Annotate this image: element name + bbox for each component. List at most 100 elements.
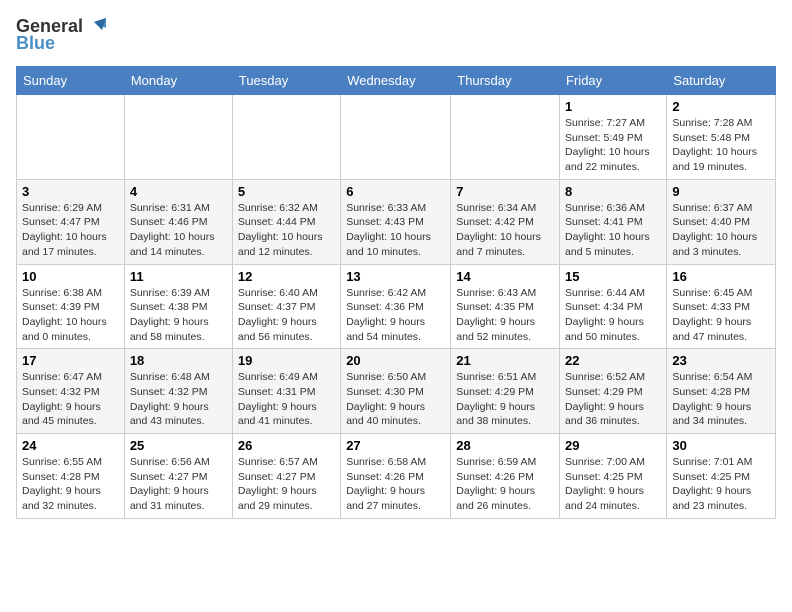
calendar-cell: 9 Sunrise: 6:37 AM Sunset: 4:40 PM Daylig…: [667, 179, 776, 264]
day-info: Sunrise: 6:54 AM Sunset: 4:28 PM Dayligh…: [672, 370, 770, 429]
calendar-cell: 15 Sunrise: 6:44 AM Sunset: 4:34 PM Dayli…: [560, 264, 667, 349]
header-wednesday: Wednesday: [341, 67, 451, 95]
day-number: 23: [672, 353, 770, 368]
day-info: Sunrise: 6:43 AM Sunset: 4:35 PM Dayligh…: [456, 286, 554, 345]
week-row-4: 24 Sunrise: 6:55 AM Sunset: 4:28 PM Dayli…: [17, 434, 776, 519]
day-info: Sunrise: 6:59 AM Sunset: 4:26 PM Dayligh…: [456, 455, 554, 514]
calendar-cell: [17, 95, 125, 180]
calendar-cell: 2 Sunrise: 7:28 AM Sunset: 5:48 PM Daylig…: [667, 95, 776, 180]
calendar-cell: 6 Sunrise: 6:33 AM Sunset: 4:43 PM Daylig…: [341, 179, 451, 264]
week-row-1: 3 Sunrise: 6:29 AM Sunset: 4:47 PM Daylig…: [17, 179, 776, 264]
day-info: Sunrise: 6:29 AM Sunset: 4:47 PM Dayligh…: [22, 201, 119, 260]
calendar-cell: 24 Sunrise: 6:55 AM Sunset: 4:28 PM Dayli…: [17, 434, 125, 519]
day-number: 6: [346, 184, 445, 199]
day-number: 5: [238, 184, 335, 199]
day-number: 14: [456, 269, 554, 284]
header-sunday: Sunday: [17, 67, 125, 95]
day-info: Sunrise: 6:33 AM Sunset: 4:43 PM Dayligh…: [346, 201, 445, 260]
calendar-cell: 18 Sunrise: 6:48 AM Sunset: 4:32 PM Dayli…: [124, 349, 232, 434]
week-row-2: 10Sunrise: 6:38 AM Sunset: 4:39 PM Dayli…: [17, 264, 776, 349]
day-number: 27: [346, 438, 445, 453]
logo-blue: Blue: [16, 33, 55, 54]
day-info: Sunrise: 7:27 AM Sunset: 5:49 PM Dayligh…: [565, 116, 661, 175]
day-number: 2: [672, 99, 770, 114]
day-info: Sunrise: 6:32 AM Sunset: 4:44 PM Dayligh…: [238, 201, 335, 260]
day-number: 16: [672, 269, 770, 284]
day-info: Sunrise: 6:44 AM Sunset: 4:34 PM Dayligh…: [565, 286, 661, 345]
calendar-cell: 1Sunrise: 7:27 AM Sunset: 5:49 PM Daylig…: [560, 95, 667, 180]
day-number: 22: [565, 353, 661, 368]
calendar-cell: 12 Sunrise: 6:40 AM Sunset: 4:37 PM Dayli…: [232, 264, 340, 349]
day-number: 13: [346, 269, 445, 284]
calendar-cell: 17 Sunrise: 6:47 AM Sunset: 4:32 PM Dayli…: [17, 349, 125, 434]
day-number: 26: [238, 438, 335, 453]
logo-container: General Blue: [16, 16, 106, 54]
header-friday: Friday: [560, 67, 667, 95]
day-info: Sunrise: 6:40 AM Sunset: 4:37 PM Dayligh…: [238, 286, 335, 345]
day-info: Sunrise: 6:38 AM Sunset: 4:39 PM Dayligh…: [22, 286, 119, 345]
day-info: Sunrise: 6:39 AM Sunset: 4:38 PM Dayligh…: [130, 286, 227, 345]
day-number: 8: [565, 184, 661, 199]
day-number: 19: [238, 353, 335, 368]
day-number: 24: [22, 438, 119, 453]
week-row-0: 1Sunrise: 7:27 AM Sunset: 5:49 PM Daylig…: [17, 95, 776, 180]
calendar-cell: [124, 95, 232, 180]
day-info: Sunrise: 6:49 AM Sunset: 4:31 PM Dayligh…: [238, 370, 335, 429]
calendar-cell: 20Sunrise: 6:50 AM Sunset: 4:30 PM Dayli…: [341, 349, 451, 434]
day-number: 4: [130, 184, 227, 199]
day-info: Sunrise: 6:56 AM Sunset: 4:27 PM Dayligh…: [130, 455, 227, 514]
day-info: Sunrise: 6:47 AM Sunset: 4:32 PM Dayligh…: [22, 370, 119, 429]
day-info: Sunrise: 6:36 AM Sunset: 4:41 PM Dayligh…: [565, 201, 661, 260]
calendar-cell: 26 Sunrise: 6:57 AM Sunset: 4:27 PM Dayli…: [232, 434, 340, 519]
day-number: 7: [456, 184, 554, 199]
day-number: 17: [22, 353, 119, 368]
day-number: 15: [565, 269, 661, 284]
calendar-cell: 25 Sunrise: 6:56 AM Sunset: 4:27 PM Dayli…: [124, 434, 232, 519]
calendar-cell: 29 Sunrise: 7:00 AM Sunset: 4:25 PM Dayli…: [560, 434, 667, 519]
day-info: Sunrise: 7:28 AM Sunset: 5:48 PM Dayligh…: [672, 116, 770, 175]
day-number: 18: [130, 353, 227, 368]
day-number: 20: [346, 353, 445, 368]
calendar-cell: 3 Sunrise: 6:29 AM Sunset: 4:47 PM Daylig…: [17, 179, 125, 264]
header-thursday: Thursday: [451, 67, 560, 95]
day-info: Sunrise: 6:57 AM Sunset: 4:27 PM Dayligh…: [238, 455, 335, 514]
day-info: Sunrise: 6:45 AM Sunset: 4:33 PM Dayligh…: [672, 286, 770, 345]
day-number: 11: [130, 269, 227, 284]
calendar-cell: 22 Sunrise: 6:52 AM Sunset: 4:29 PM Dayli…: [560, 349, 667, 434]
header-tuesday: Tuesday: [232, 67, 340, 95]
calendar-cell: [232, 95, 340, 180]
day-info: Sunrise: 7:00 AM Sunset: 4:25 PM Dayligh…: [565, 455, 661, 514]
day-number: 9: [672, 184, 770, 199]
calendar-cell: 7 Sunrise: 6:34 AM Sunset: 4:42 PM Daylig…: [451, 179, 560, 264]
header-row: SundayMondayTuesdayWednesdayThursdayFrid…: [17, 67, 776, 95]
calendar-cell: 4 Sunrise: 6:31 AM Sunset: 4:46 PM Daylig…: [124, 179, 232, 264]
calendar-cell: 5 Sunrise: 6:32 AM Sunset: 4:44 PM Daylig…: [232, 179, 340, 264]
day-info: Sunrise: 7:01 AM Sunset: 4:25 PM Dayligh…: [672, 455, 770, 514]
calendar-cell: 10Sunrise: 6:38 AM Sunset: 4:39 PM Dayli…: [17, 264, 125, 349]
day-info: Sunrise: 6:37 AM Sunset: 4:40 PM Dayligh…: [672, 201, 770, 260]
calendar-cell: 16 Sunrise: 6:45 AM Sunset: 4:33 PM Dayli…: [667, 264, 776, 349]
day-info: Sunrise: 6:51 AM Sunset: 4:29 PM Dayligh…: [456, 370, 554, 429]
day-number: 3: [22, 184, 119, 199]
day-info: Sunrise: 6:31 AM Sunset: 4:46 PM Dayligh…: [130, 201, 227, 260]
day-info: Sunrise: 6:48 AM Sunset: 4:32 PM Dayligh…: [130, 370, 227, 429]
calendar-cell: 14 Sunrise: 6:43 AM Sunset: 4:35 PM Dayli…: [451, 264, 560, 349]
logo-bird-icon: [86, 18, 106, 36]
calendar-cell: 27Sunrise: 6:58 AM Sunset: 4:26 PM Dayli…: [341, 434, 451, 519]
header-saturday: Saturday: [667, 67, 776, 95]
calendar-cell: 13Sunrise: 6:42 AM Sunset: 4:36 PM Dayli…: [341, 264, 451, 349]
day-number: 21: [456, 353, 554, 368]
calendar-table: SundayMondayTuesdayWednesdayThursdayFrid…: [16, 66, 776, 519]
day-number: 12: [238, 269, 335, 284]
day-number: 28: [456, 438, 554, 453]
day-info: Sunrise: 6:34 AM Sunset: 4:42 PM Dayligh…: [456, 201, 554, 260]
calendar-cell: 11 Sunrise: 6:39 AM Sunset: 4:38 PM Dayli…: [124, 264, 232, 349]
day-info: Sunrise: 6:55 AM Sunset: 4:28 PM Dayligh…: [22, 455, 119, 514]
day-info: Sunrise: 6:52 AM Sunset: 4:29 PM Dayligh…: [565, 370, 661, 429]
week-row-3: 17 Sunrise: 6:47 AM Sunset: 4:32 PM Dayli…: [17, 349, 776, 434]
day-number: 29: [565, 438, 661, 453]
calendar-cell: 30Sunrise: 7:01 AM Sunset: 4:25 PM Dayli…: [667, 434, 776, 519]
logo: General Blue: [16, 16, 106, 54]
calendar-cell: 19 Sunrise: 6:49 AM Sunset: 4:31 PM Dayli…: [232, 349, 340, 434]
day-number: 25: [130, 438, 227, 453]
